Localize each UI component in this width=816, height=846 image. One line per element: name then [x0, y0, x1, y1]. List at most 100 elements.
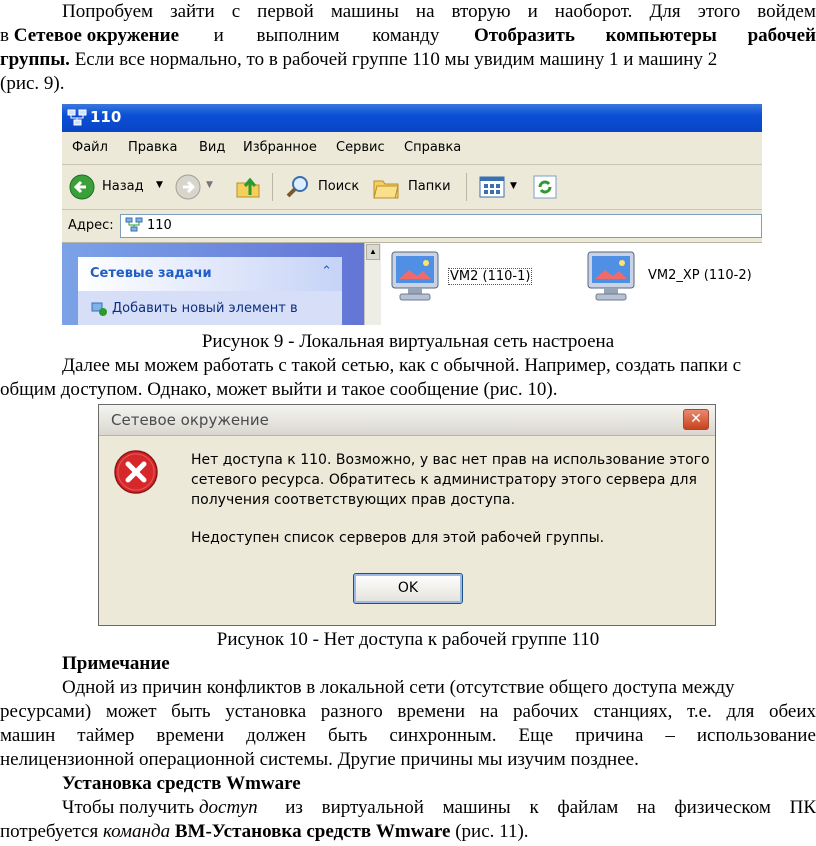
word: Попробуем [62, 1, 154, 22]
computer-icon [587, 251, 635, 301]
word: Еще [518, 725, 554, 746]
word: зайти [170, 1, 215, 22]
forward-arrow-icon[interactable] [174, 173, 202, 201]
add-network-place-icon [91, 302, 107, 316]
menu-view[interactable]: Вид [199, 140, 225, 155]
scroll-up-arrow-icon[interactable]: ▲ [366, 244, 380, 260]
note-line4: нелицензионной операционной системы. Дру… [0, 749, 639, 770]
computer-item-2[interactable]: VM2_XP (110-2) [582, 248, 762, 310]
menu-help[interactable]: Справка [404, 140, 461, 155]
section-italic-term: команда [102, 821, 171, 842]
computer-name-2: VM2_XP (110-2) [648, 268, 752, 283]
word: времени [156, 725, 225, 746]
tasks-pane: Сетевые задачи ⌃ Добавить новый элемент … [62, 243, 364, 325]
word: должен [246, 725, 306, 746]
word: рабочих [512, 701, 579, 722]
note-line2: ресурсами) может быть установка разного време… [0, 700, 816, 724]
section-line2: потребуется команда ВМ-Установка средств… [0, 820, 816, 844]
menu-tools[interactable]: Сервис [336, 140, 385, 155]
command-ref: Отобразить компьютеры рабочей [473, 25, 816, 46]
add-network-place-link[interactable]: Добавить новый элемент в [112, 301, 298, 316]
figure-10-error-dialog: Сетевое окружение ✕ Нет доступа к 110. В… [98, 404, 716, 626]
scrollbar[interactable]: ▲ [364, 243, 381, 325]
word: быть [327, 725, 368, 746]
section-text: потребуется [0, 821, 99, 842]
refresh-icon[interactable] [532, 174, 558, 200]
search-icon[interactable] [284, 173, 312, 201]
error-message-line: сетевого ресурса. Обратитесь к администр… [191, 472, 697, 488]
menu-bar: Файл Правка Вид Избранное Сервис Справка [62, 132, 762, 165]
note-line1: Одной из причин конфликтов в локальной с… [62, 677, 735, 698]
collapse-icon[interactable]: ⌃ [321, 264, 332, 279]
folders-label[interactable]: Папки [408, 179, 451, 194]
section-italic-term: доступ [198, 797, 258, 818]
section-text: (рис. 11). [455, 821, 529, 842]
chevron-down-icon[interactable]: ▼ [206, 180, 213, 190]
error-message-detail: Недоступен список серверов для этой рабо… [191, 530, 605, 546]
address-label: Адрес: [68, 218, 114, 233]
back-button[interactable]: Назад ▼ [68, 173, 168, 201]
figure-9-caption: Рисунок 9 - Локальная виртуальная сеть н… [201, 331, 615, 352]
para1-line2: в Сетевое окружение и выполним команду О… [0, 24, 816, 48]
menu-edit[interactable]: Правка [128, 140, 177, 155]
chevron-down-icon[interactable]: ▼ [510, 181, 517, 191]
network-icon [67, 109, 87, 126]
search-label[interactable]: Поиск [318, 179, 359, 194]
word: может [105, 701, 157, 722]
menu-ref-network: Сетевое окружение [13, 25, 180, 46]
para2-line1: Далее мы можем работать с такой сетью, к… [62, 355, 742, 376]
error-icon [114, 450, 158, 494]
computer-item-1[interactable]: VM2 (110-1) [386, 248, 556, 310]
folders-icon[interactable] [372, 175, 400, 201]
section-heading: Установка средств Wmware [62, 773, 301, 794]
menu-file[interactable]: Файл [72, 140, 108, 155]
toolbar: Назад ▼ ▼ Поиск Папки ▼ [62, 165, 762, 210]
word: использование [696, 725, 816, 746]
word: этого [697, 1, 741, 22]
back-label: Назад [102, 179, 144, 194]
menu-favorites[interactable]: Избранное [243, 140, 317, 155]
word: и [527, 1, 538, 22]
network-tasks-panel: Сетевые задачи ⌃ Добавить новый элемент … [78, 257, 342, 325]
window-title: 110 [90, 108, 122, 126]
address-input[interactable]: 110 [120, 214, 762, 238]
error-message-line: получения соответствующих прав доступа. [191, 492, 516, 508]
word: разного [320, 701, 383, 722]
word: с [231, 1, 241, 22]
network-tasks-title: Сетевые задачи [90, 266, 212, 281]
word: вторую [451, 1, 511, 22]
dialog-title: Сетевое окружение [111, 411, 269, 429]
toolbar-separator [272, 173, 273, 201]
address-value: 110 [147, 218, 172, 233]
word: машины [330, 1, 399, 22]
word: на [479, 701, 499, 722]
para2-line2: общим доступом. Однако, может выйти и та… [0, 379, 558, 400]
views-icon[interactable] [478, 174, 506, 200]
para1-line1: Попробуем зайти с первой машины на вторую и наоб… [0, 0, 816, 24]
section-text: из виртуальной машины к файлам на физиче… [285, 797, 816, 818]
word: Для [649, 1, 681, 22]
command-ref: ВМ-Установка средств Wmware [174, 821, 451, 842]
close-button[interactable]: ✕ [683, 409, 709, 430]
word: станциях, [593, 701, 673, 722]
up-folder-icon[interactable] [234, 173, 262, 201]
close-icon: ✕ [690, 411, 702, 427]
command-ref-end: группы. [0, 49, 70, 70]
note-heading: Примечание [62, 653, 170, 674]
word: войдем [757, 1, 816, 22]
ok-button[interactable]: OK [353, 573, 463, 604]
chevron-down-icon[interactable]: ▼ [156, 180, 163, 190]
network-icon [125, 217, 143, 232]
word: для [726, 701, 755, 722]
figure-10-caption: Рисунок 10 - Нет доступа к рабочей групп… [216, 629, 600, 650]
para1-line3: группы. Если все нормально, то в рабочей… [0, 48, 816, 72]
window-titlebar: 110 [62, 104, 762, 132]
word: таймер [77, 725, 135, 746]
word: времени [397, 701, 466, 722]
para1-text: в [0, 25, 9, 46]
figure-9-explorer-window: 110 Файл Правка Вид Избранное Сервис Спр… [62, 104, 762, 325]
word: т.е. [686, 701, 712, 722]
error-message-line: Нет доступа к 110. Возможно, у вас нет п… [191, 452, 710, 468]
network-tasks-header[interactable]: Сетевые задачи ⌃ [78, 257, 342, 291]
word: ресурсами) [0, 701, 92, 722]
